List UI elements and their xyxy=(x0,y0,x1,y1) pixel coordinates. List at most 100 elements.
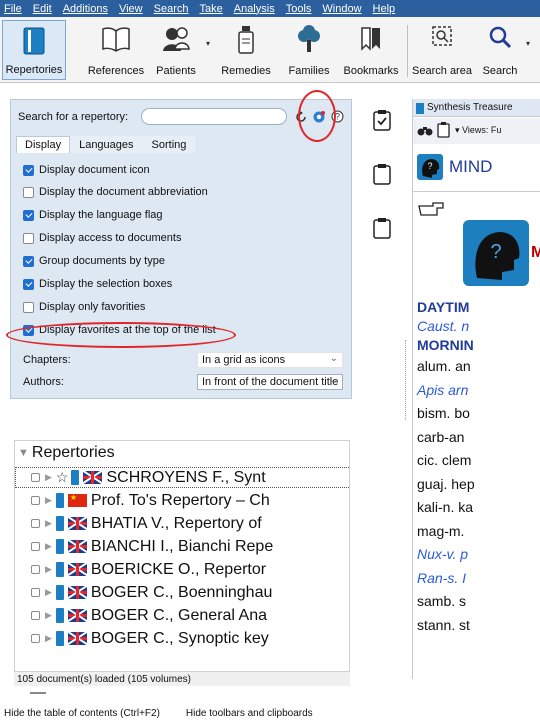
checkbox[interactable] xyxy=(23,324,34,336)
tree-row[interactable]: ▶ BOGER C., General Ana xyxy=(15,605,349,626)
menu-analysis[interactable]: Analysis xyxy=(234,3,275,15)
menu-search[interactable]: Search xyxy=(154,3,189,15)
expand-arrow-icon[interactable]: ▶ xyxy=(45,541,52,552)
hide-toolbars-link[interactable]: Hide toolbars and clipboards xyxy=(186,708,313,719)
patients-button[interactable]: Patients xyxy=(150,20,202,80)
rubric-line[interactable]: kali-n. ka xyxy=(417,499,473,515)
rubric-line[interactable]: carb-an xyxy=(417,429,464,445)
pane-splitter[interactable] xyxy=(405,340,406,420)
option-group-by-type[interactable]: Group documents by type xyxy=(23,253,165,269)
option-display-only-favorites[interactable]: Display only favorities xyxy=(23,299,145,315)
option-display-document-abbreviation[interactable]: Display the document abbreviation xyxy=(23,184,208,200)
authors-select[interactable]: In front of the document title ⌄ xyxy=(197,374,343,390)
checkbox[interactable] xyxy=(23,232,34,244)
rubric-line[interactable]: samb. s xyxy=(417,593,466,609)
hide-toc-link[interactable]: Hide the table of contents (Ctrl+F2) xyxy=(4,708,160,719)
expand-arrow-icon[interactable]: ▶ xyxy=(45,587,52,598)
resize-handle[interactable] xyxy=(30,692,46,694)
checkbox[interactable] xyxy=(23,255,34,267)
option-display-document-icon[interactable]: Display document icon xyxy=(23,162,150,178)
rubric-line[interactable]: mag-m. xyxy=(417,523,464,539)
row-checkbox[interactable] xyxy=(31,611,40,620)
tab-sorting[interactable]: Sorting xyxy=(142,136,196,153)
book-small-icon xyxy=(416,103,424,114)
references-button[interactable]: References xyxy=(86,20,146,80)
row-checkbox[interactable] xyxy=(31,496,40,505)
settings-gear-icon[interactable] xyxy=(312,110,326,124)
option-display-language-flag[interactable]: Display the language flag xyxy=(23,207,163,223)
tree-row[interactable]: ▶ BIANCHI I., Bianchi Repe xyxy=(15,536,349,557)
checkbox[interactable] xyxy=(23,301,34,313)
tree-header[interactable]: ▼ Repertories xyxy=(18,444,115,462)
tree-row[interactable]: ▶ BOGER C., Boenninghau xyxy=(15,582,349,603)
row-checkbox[interactable] xyxy=(31,519,40,528)
expand-arrow-icon[interactable]: ▶ xyxy=(45,564,52,575)
tree-row[interactable]: ▶ Prof. To's Repertory – Ch xyxy=(15,490,349,511)
pointing-hand-icon[interactable] xyxy=(417,200,445,218)
expand-arrow-icon[interactable]: ▶ xyxy=(45,610,52,621)
rubric-line[interactable]: Apis arn xyxy=(417,382,468,398)
expand-arrow-icon[interactable]: ▶ xyxy=(45,518,52,529)
repertory-search-input[interactable] xyxy=(141,108,287,125)
rubric-line[interactable]: guaj. hep xyxy=(417,476,475,492)
row-checkbox[interactable] xyxy=(31,473,40,482)
rubric-line[interactable]: stann. st xyxy=(417,617,470,633)
search-area-button[interactable]: Search area xyxy=(412,20,472,80)
option-favorites-on-top[interactable]: Display favorites at the top of the list xyxy=(23,322,216,338)
rubric-line[interactable]: Nux-v. p xyxy=(417,546,468,562)
tree-row[interactable]: ▶ BOERICKE O., Repertor xyxy=(15,559,349,580)
rubric-line[interactable]: alum. an xyxy=(417,358,471,374)
clipboard-pointer-icon[interactable] xyxy=(437,122,451,138)
rubric-line[interactable]: Caust. n xyxy=(417,318,469,334)
option-display-selection-boxes[interactable]: Display the selection boxes xyxy=(23,276,172,292)
row-checkbox[interactable] xyxy=(31,565,40,574)
rubric-line[interactable]: MORNIN xyxy=(417,337,474,353)
views-dropdown[interactable]: ▾ Views: Fu xyxy=(455,125,501,136)
clipboard-checked-icon[interactable] xyxy=(372,109,392,131)
row-checkbox[interactable] xyxy=(31,634,40,643)
tab-languages[interactable]: Languages xyxy=(70,136,143,153)
menu-window[interactable]: Window xyxy=(322,3,361,15)
menu-tools[interactable]: Tools xyxy=(286,3,312,15)
menu-additions[interactable]: Additions xyxy=(63,3,108,15)
row-checkbox[interactable] xyxy=(31,588,40,597)
favorite-star-icon[interactable]: ☆ xyxy=(56,469,69,486)
help-icon[interactable]: ? xyxy=(331,110,344,123)
rubric-line[interactable]: bism. bo xyxy=(417,405,470,421)
tree-row[interactable]: ▶ BHATIA V., Repertory of xyxy=(15,513,349,534)
families-button[interactable]: Families xyxy=(282,20,336,80)
tree-row[interactable]: ▶ ☆ SCHROYENS F., Synt xyxy=(15,467,349,488)
rubric-line[interactable]: cic. clem xyxy=(417,452,471,468)
row-checkbox[interactable] xyxy=(31,542,40,551)
menu-edit[interactable]: Edit xyxy=(33,3,52,15)
menu-take[interactable]: Take xyxy=(199,3,222,15)
chapters-select[interactable]: In a grid as icons ⌄ xyxy=(197,352,343,368)
menu-view[interactable]: View xyxy=(119,3,143,15)
clipboard-icon[interactable] xyxy=(372,217,392,239)
bookmarks-button[interactable]: Bookmarks xyxy=(340,20,402,80)
search-button[interactable]: Search xyxy=(478,20,522,80)
expand-arrow-icon[interactable]: ▶ xyxy=(45,633,52,644)
checkbox[interactable] xyxy=(23,278,34,290)
rubric-line[interactable]: Ran-s. I xyxy=(417,570,466,586)
checkbox[interactable] xyxy=(23,186,34,198)
refresh-icon[interactable] xyxy=(295,111,307,123)
search-dropdown-icon[interactable]: ▾ xyxy=(526,39,530,48)
tab-display[interactable]: Display xyxy=(16,136,71,153)
remedies-button[interactable]: Remedies xyxy=(218,20,274,80)
rubric-line[interactable]: DAYTIM xyxy=(417,299,469,315)
tree-row[interactable]: ▶ BOGER C., Synoptic key xyxy=(15,628,349,649)
menu-help[interactable]: Help xyxy=(373,3,396,15)
checkbox[interactable] xyxy=(23,164,34,176)
expand-arrow-icon[interactable]: ▶ xyxy=(45,495,52,506)
menu-file[interactable]: File xyxy=(4,3,22,15)
repertories-button[interactable]: Repertories xyxy=(2,20,66,80)
expand-triangle-icon[interactable]: ▼ xyxy=(18,447,29,459)
expand-arrow-icon[interactable]: ▶ xyxy=(45,472,52,483)
binoculars-icon[interactable] xyxy=(417,124,433,136)
option-display-access[interactable]: Display access to documents xyxy=(23,230,181,246)
checkbox[interactable] xyxy=(23,209,34,221)
patients-dropdown-icon[interactable]: ▾ xyxy=(206,39,210,48)
clipboard-icon[interactable] xyxy=(372,163,392,185)
document-tab[interactable]: Synthesis Treasure xyxy=(413,99,540,117)
